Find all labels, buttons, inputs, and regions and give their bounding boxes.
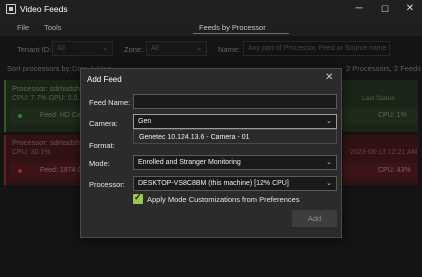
chevron-down-icon: ⌄ — [326, 118, 332, 125]
add-feed-dialog: Add Feed ✕ Feed Name: Camera: Gen ⌄ Gene… — [80, 68, 342, 238]
apply-customizations-checkbox[interactable]: ✓ — [133, 192, 143, 204]
camera-input-value: Gen — [138, 118, 152, 125]
camera-label: Camera: — [89, 119, 118, 128]
feed-name-label: Feed Name: — [89, 98, 131, 107]
close-icon[interactable]: ✕ — [325, 72, 333, 83]
processor-select-value: DESKTOP-VS8C8BM (this machine) [12% CPU] — [138, 180, 289, 187]
menu-file[interactable]: File — [17, 23, 29, 32]
checkmark-icon: ✓ — [134, 192, 142, 202]
title-bar: Video Feeds ─ ☐ ✕ — [0, 0, 422, 18]
feed-name-input[interactable] — [133, 94, 337, 109]
tab-feeds-by-processor[interactable]: Feeds by Processor — [199, 23, 266, 32]
menu-tools[interactable]: Tools — [44, 23, 62, 32]
add-button[interactable]: Add — [292, 210, 337, 227]
app-icon — [6, 4, 16, 14]
mode-select-value: Enrolled and Stranger Monitoring — [138, 159, 241, 166]
mode-label: Mode: — [89, 159, 110, 168]
dialog-title: Add Feed — [87, 75, 122, 84]
maximize-button[interactable]: ☐ — [374, 0, 396, 18]
processor-label: Processor: — [89, 180, 125, 189]
tab-underline — [193, 33, 289, 34]
camera-option[interactable]: Genetec 10.124.13.6 - Camera - 01 — [133, 129, 337, 144]
processor-select[interactable]: DESKTOP-VS8C8BM (this machine) [12% CPU]… — [133, 176, 337, 191]
chevron-down-icon: ⌄ — [326, 180, 332, 187]
format-label: Format: — [89, 141, 115, 150]
close-window-button[interactable]: ✕ — [399, 0, 421, 18]
window-title: Video Feeds — [20, 4, 68, 14]
mode-select[interactable]: Enrolled and Stranger Monitoring ⌄ — [133, 155, 337, 170]
apply-customizations-label[interactable]: Apply Mode Customizations from Preferenc… — [147, 195, 300, 204]
minimize-button[interactable]: ─ — [348, 0, 370, 18]
camera-combobox[interactable]: Gen ⌄ — [133, 114, 337, 129]
chevron-down-icon: ⌄ — [326, 159, 332, 166]
